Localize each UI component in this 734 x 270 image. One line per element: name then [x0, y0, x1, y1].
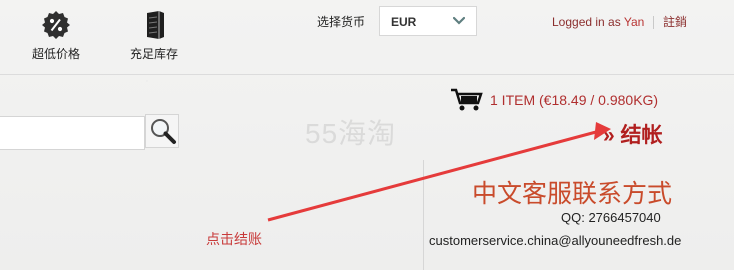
feature-low-price[interactable]: 超低价格 [20, 10, 92, 62]
currency-selected-value: EUR [391, 15, 417, 29]
search-icon [151, 119, 176, 144]
watermark-text: 55海淘 [305, 118, 397, 149]
shopping-cart-icon [451, 88, 483, 111]
currency-select[interactable]: EUR [379, 6, 477, 36]
username-link[interactable]: Yan [624, 15, 644, 29]
contact-qq: QQ: 2766457040 [561, 210, 661, 225]
percent-badge-icon [42, 11, 70, 39]
checkout-link[interactable]: » 结帐 [603, 119, 663, 149]
search-input[interactable] [0, 116, 145, 150]
login-separator [652, 16, 654, 30]
currency-label: 选择货币 [317, 15, 366, 29]
cart-summary-text: 1 ITEM (€18.49 / 0.980KG) [490, 92, 659, 108]
search-button[interactable] [145, 114, 179, 148]
logout-link[interactable]: 註銷 [663, 15, 687, 29]
logged-in-text: Logged in as [552, 15, 621, 29]
header-divider [0, 74, 734, 75]
annotation-click-checkout: 点击结账 [206, 231, 262, 247]
contact-divider [423, 160, 424, 270]
chevron-down-icon [453, 16, 465, 25]
feature-stock-label: 充足库存 [129, 47, 178, 61]
contact-email[interactable]: customerservice.china@allyouneedfresh.de [429, 233, 681, 248]
feature-low-price-label: 超低价格 [31, 47, 80, 61]
feature-stock[interactable]: 充足库存 [118, 10, 190, 62]
login-status: Logged in as Yan 註銷 [552, 13, 687, 30]
warehouse-shelves-icon [147, 11, 164, 39]
contact-title: 中文客服联系方式 [472, 180, 673, 208]
